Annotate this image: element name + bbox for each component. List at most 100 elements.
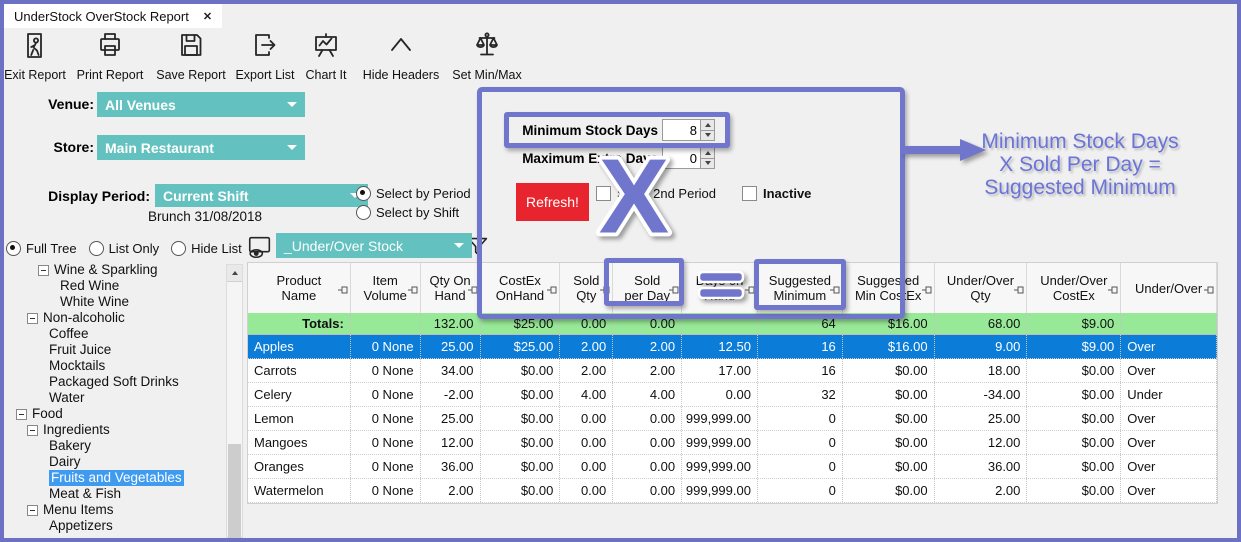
grid-cell: 16 bbox=[758, 359, 843, 382]
pin-column-icon[interactable] bbox=[1204, 283, 1214, 298]
grid-cell: $0.00 bbox=[481, 407, 561, 430]
collapse-icon[interactable] bbox=[27, 313, 38, 324]
select-by-period-radio[interactable]: Select by Period bbox=[356, 186, 471, 201]
tree-item-fruits-and-vegetables[interactable]: Fruits and Vegetables bbox=[6, 470, 224, 486]
collapse-icon[interactable] bbox=[16, 409, 27, 420]
toolbar-label: Print Report bbox=[77, 68, 144, 82]
column-header-qty-on-hand[interactable]: Qty On Hand bbox=[421, 263, 481, 313]
column-header-under-over-costex[interactable]: Under/Over CostEx bbox=[1027, 263, 1121, 313]
grid-cell: -34.00 bbox=[935, 383, 1028, 406]
tree-item-menu-items[interactable]: Menu Items bbox=[6, 502, 224, 518]
stepper-buttons[interactable] bbox=[700, 148, 714, 168]
save-report-button[interactable]: Save Report bbox=[156, 30, 226, 82]
tree-item-fruit-juice[interactable]: Fruit Juice bbox=[6, 342, 224, 358]
tree-item-bakery[interactable]: Bakery bbox=[6, 438, 224, 454]
column-header-sold-per-day[interactable]: Sold per Day bbox=[613, 263, 682, 313]
tree-item-red-wine[interactable]: Red Wine bbox=[6, 278, 224, 294]
column-header-days-on-hand[interactable]: Days on Hand bbox=[682, 263, 758, 313]
grid-row-watermelon[interactable]: Watermelon0 None2.00$0.000.000.00999,999… bbox=[248, 479, 1217, 503]
show-2nd-period-checkbox[interactable]: Show 2nd Period bbox=[596, 186, 716, 201]
column-header-costex-onhand[interactable]: CostEx OnHand bbox=[481, 263, 561, 313]
max-extra-days-stepper[interactable]: 0 bbox=[662, 147, 715, 169]
grid-cell: 25.00 bbox=[935, 407, 1028, 430]
column-header-under-over-qty[interactable]: Under/Over Qty bbox=[935, 263, 1028, 313]
refresh-button[interactable]: Refresh! bbox=[516, 183, 589, 221]
tree-item-ingredients[interactable]: Ingredients bbox=[6, 422, 224, 438]
tree-item-coffee[interactable]: Coffee bbox=[6, 326, 224, 342]
tree-item-mocktails[interactable]: Mocktails bbox=[6, 358, 224, 374]
store-select[interactable]: Main Restaurant bbox=[97, 135, 305, 160]
step-down-icon[interactable] bbox=[701, 130, 714, 141]
print-report-button[interactable]: Print Report bbox=[75, 30, 145, 82]
tree-item-water[interactable]: Water bbox=[6, 390, 224, 406]
pin-column-icon[interactable] bbox=[1108, 283, 1118, 298]
column-header-sold-qty[interactable]: Sold Qty bbox=[560, 263, 613, 313]
column-header-under-over[interactable]: Under/Over bbox=[1121, 263, 1217, 313]
tree-scrollbar[interactable] bbox=[226, 264, 243, 538]
chart-it-button[interactable]: Chart It bbox=[291, 30, 361, 82]
tree-item-packaged-soft-drinks[interactable]: Packaged Soft Drinks bbox=[6, 374, 224, 390]
venue-select[interactable]: All Venues bbox=[97, 92, 305, 117]
tree-radio-hide-list[interactable]: Hide List bbox=[171, 241, 242, 256]
tree-radio-list-only[interactable]: List Only bbox=[89, 241, 160, 256]
exit-door-icon bbox=[20, 30, 50, 65]
report-tab[interactable]: UnderStock OverStock Report ✕ bbox=[4, 4, 222, 28]
grid-row-celery[interactable]: Celery0 None-2.00$0.004.004.000.0032$0.0… bbox=[248, 383, 1217, 407]
pin-column-icon[interactable] bbox=[922, 283, 932, 298]
pin-column-icon[interactable] bbox=[600, 283, 610, 298]
select-by-shift-radio[interactable]: Select by Shift bbox=[356, 205, 459, 220]
grid-cell: 999,999.00 bbox=[682, 455, 758, 478]
hide-headers-button[interactable]: Hide Headers bbox=[361, 30, 441, 82]
pin-column-icon[interactable] bbox=[830, 283, 840, 298]
step-down-icon[interactable] bbox=[701, 158, 714, 169]
grid-row-lemon[interactable]: Lemon0 None25.00$0.000.000.00999,999.000… bbox=[248, 407, 1217, 431]
grid-row-mangoes[interactable]: Mangoes0 None12.00$0.000.000.00999,999.0… bbox=[248, 431, 1217, 455]
grid-cell: Over bbox=[1121, 407, 1217, 430]
pin-column-icon[interactable] bbox=[338, 283, 348, 298]
pin-column-icon[interactable] bbox=[669, 283, 679, 298]
toolbar-label: Chart It bbox=[306, 68, 347, 82]
tree-item-white-wine[interactable]: White Wine bbox=[6, 294, 224, 310]
grid-cell: 0.00 bbox=[613, 313, 682, 334]
pin-column-icon[interactable] bbox=[745, 283, 755, 298]
step-up-icon[interactable] bbox=[701, 148, 714, 158]
grid-row-totals[interactable]: Totals:132.00$25.000.000.0064$16.0068.00… bbox=[248, 313, 1217, 335]
collapse-icon[interactable] bbox=[27, 425, 38, 436]
close-icon[interactable]: ✕ bbox=[203, 10, 212, 23]
pin-column-icon[interactable] bbox=[408, 283, 418, 298]
collapse-icon[interactable] bbox=[38, 265, 49, 276]
column-header-product-name[interactable]: Product Name bbox=[248, 263, 351, 313]
step-up-icon[interactable] bbox=[701, 120, 714, 130]
tree-item-meat-fish[interactable]: Meat & Fish bbox=[6, 486, 224, 502]
tree-item-appetizers[interactable]: Appetizers bbox=[6, 518, 224, 534]
grid-view-select[interactable]: _Under/Over Stock bbox=[276, 233, 472, 258]
stepper-buttons[interactable] bbox=[700, 120, 714, 140]
set-minmax-button[interactable]: Set Min/Max bbox=[450, 30, 524, 82]
tree-item-food[interactable]: Food bbox=[6, 406, 224, 422]
export-list-button[interactable]: Export List bbox=[230, 30, 300, 82]
grid-row-apples[interactable]: Apples0 None25.00$25.002.002.0012.5016$1… bbox=[248, 335, 1217, 359]
scrollbar-thumb[interactable] bbox=[228, 444, 241, 538]
pin-column-icon[interactable] bbox=[468, 283, 478, 298]
tree-item-non-alcoholic[interactable]: Non-alcoholic bbox=[6, 310, 224, 326]
collapse-icon[interactable] bbox=[27, 505, 38, 516]
tree-item-wine-sparkling[interactable]: Wine & Sparkling bbox=[6, 262, 224, 278]
column-header-suggested-minimum[interactable]: Suggested Minimum bbox=[758, 263, 843, 313]
grid-cell: Over bbox=[1121, 359, 1217, 382]
grid-row-carrots[interactable]: Carrots0 None34.00$0.002.002.0017.0016$0… bbox=[248, 359, 1217, 383]
min-stock-days-stepper[interactable]: 8 bbox=[662, 119, 715, 141]
column-header-suggested-min-costex[interactable]: Suggested Min CostEx bbox=[843, 263, 935, 313]
pin-column-icon[interactable] bbox=[1014, 283, 1024, 298]
grid-cell: $0.00 bbox=[843, 479, 935, 502]
column-header-item-volume[interactable]: Item Volume bbox=[351, 263, 421, 313]
inactive-checkbox[interactable]: Inactive bbox=[742, 186, 811, 201]
tree-mode-radios: Full Tree List Only Hide List bbox=[6, 241, 242, 256]
pin-column-icon[interactable] bbox=[547, 283, 557, 298]
note-line: X Sold Per Day = bbox=[950, 153, 1210, 176]
tree-radio-full-tree[interactable]: Full Tree bbox=[6, 241, 77, 256]
scroll-up-icon[interactable] bbox=[227, 265, 242, 282]
display-period-select[interactable]: Current Shift bbox=[155, 184, 368, 207]
grid-row-oranges[interactable]: Oranges0 None36.00$0.000.000.00999,999.0… bbox=[248, 455, 1217, 479]
tree-item-dairy[interactable]: Dairy bbox=[6, 454, 224, 470]
exit-report-button[interactable]: Exit Report bbox=[0, 30, 70, 82]
